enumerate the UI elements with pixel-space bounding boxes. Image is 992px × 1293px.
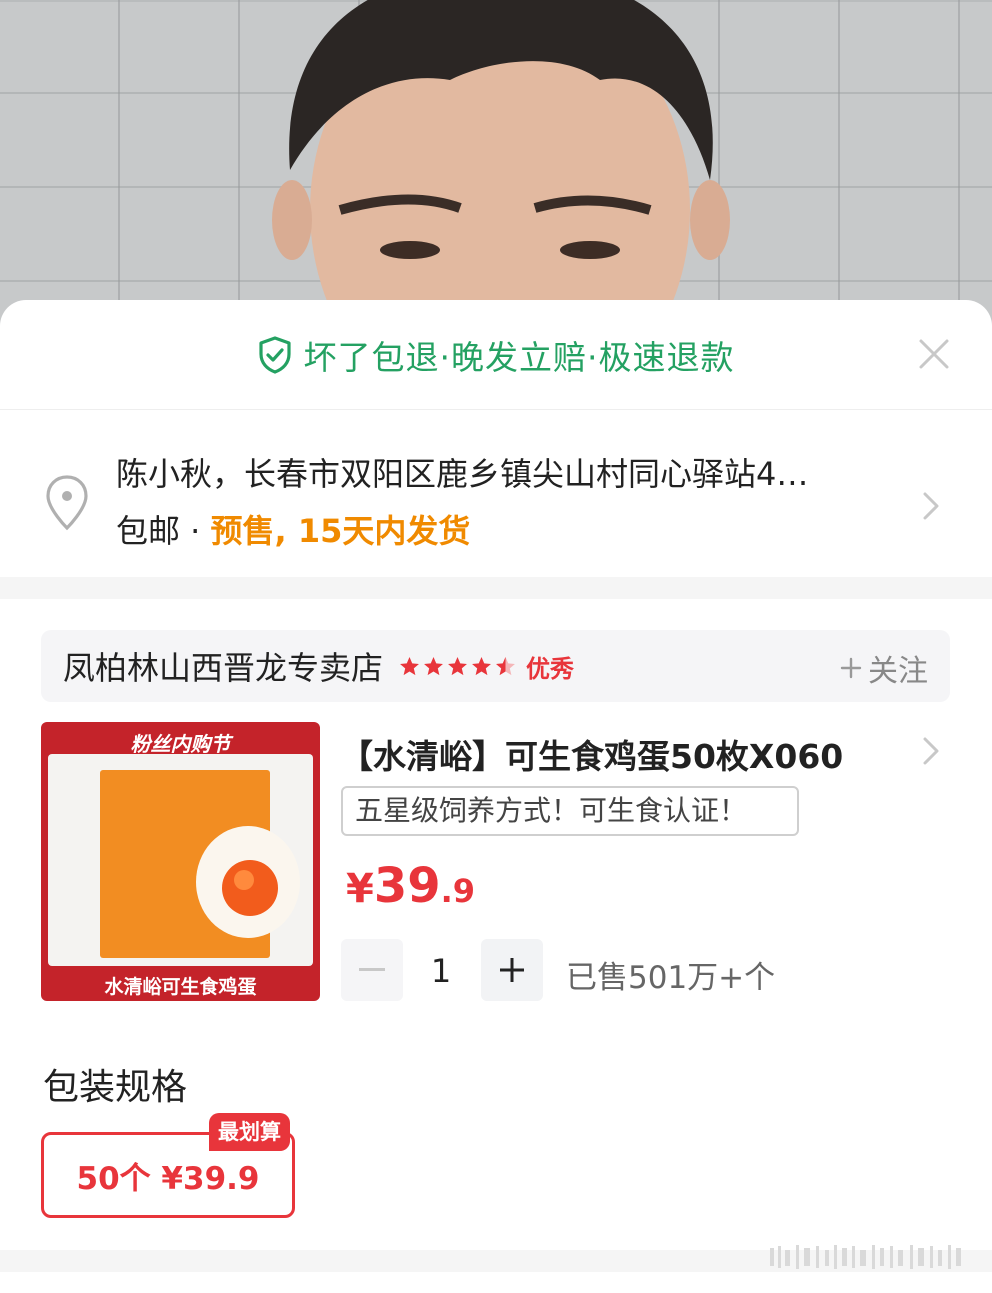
product-image-banner: 粉丝内购节 xyxy=(130,732,231,756)
quantity-decrease-button[interactable] xyxy=(341,939,403,1001)
plus-icon xyxy=(840,657,862,679)
product-photo xyxy=(48,754,313,966)
watermark-graphic xyxy=(770,1245,961,1269)
product-title[interactable]: 【水清峪】可生食鸡蛋50枚X060 xyxy=(340,730,843,778)
product-image[interactable]: 粉丝内购节 水清峪可生食鸡蛋 xyxy=(41,722,320,1001)
shipping-address[interactable]: 陈小秋，长春市双阳区鹿乡镇尖山村同心驿站4… 包邮 · 预售, 15天内发货 xyxy=(0,411,992,577)
section-divider xyxy=(0,577,992,599)
price-decimal: .9 xyxy=(440,872,476,910)
sold-count: 已售501万+个 xyxy=(566,960,776,996)
plus-icon xyxy=(500,958,524,982)
product-tag: 五星级饲养方式！可生食认证！ xyxy=(341,786,799,836)
shield-check-icon xyxy=(258,335,291,374)
store-name: 凤柏林山西晋龙专卖店 xyxy=(63,649,384,687)
quantity-value[interactable]: 1 xyxy=(416,952,466,990)
close-icon[interactable] xyxy=(916,336,952,372)
half-star-icon xyxy=(496,656,515,675)
star-icon xyxy=(472,656,491,675)
quantity-increase-button[interactable] xyxy=(481,939,543,1001)
presenter-image xyxy=(272,0,730,340)
minus-icon xyxy=(359,968,385,971)
rating-label: 优秀 xyxy=(526,654,575,683)
follow-label: 关注 xyxy=(868,654,928,689)
star-icon xyxy=(400,656,419,675)
location-pin-icon xyxy=(46,475,88,531)
address-text: 陈小秋，长春市双阳区鹿乡镇尖山村同心驿站4… xyxy=(116,455,809,493)
delivery-info: 包邮 · 预售, 15天内发货 xyxy=(116,506,470,552)
chevron-right-icon[interactable] xyxy=(922,736,940,766)
store-rating-stars xyxy=(399,656,516,677)
star-icon xyxy=(424,656,443,675)
guarantee-banner: 坏了包退·晚发立赔·极速退款 xyxy=(0,300,992,410)
guarantee-text: 坏了包退·晚发立赔·极速退款 xyxy=(303,337,735,377)
chevron-right-icon xyxy=(923,492,939,520)
presale-label: 预售, 15天内发货 xyxy=(210,512,471,550)
price-integer: 39 xyxy=(373,858,441,914)
price-currency: ¥ xyxy=(346,866,374,912)
store-bar[interactable]: 凤柏林山西晋龙专卖店 优秀 关注 xyxy=(41,630,950,702)
free-shipping-label: 包邮 · xyxy=(116,512,211,550)
purchase-sheet: 坏了包退·晚发立赔·极速退款 陈小秋，长春市双阳区鹿乡镇尖山村同心驿站4… 包邮… xyxy=(0,300,992,1293)
best-value-badge: 最划算 xyxy=(209,1113,290,1151)
egg-graphic xyxy=(196,826,300,938)
spec-title: 包装规格 xyxy=(43,1067,188,1108)
follow-button[interactable]: 关注 xyxy=(840,646,928,690)
product-image-caption: 水清峪可生食鸡蛋 xyxy=(104,976,257,998)
star-icon xyxy=(448,656,467,675)
product-price: ¥39.9 xyxy=(346,858,475,914)
video-background xyxy=(0,0,992,340)
